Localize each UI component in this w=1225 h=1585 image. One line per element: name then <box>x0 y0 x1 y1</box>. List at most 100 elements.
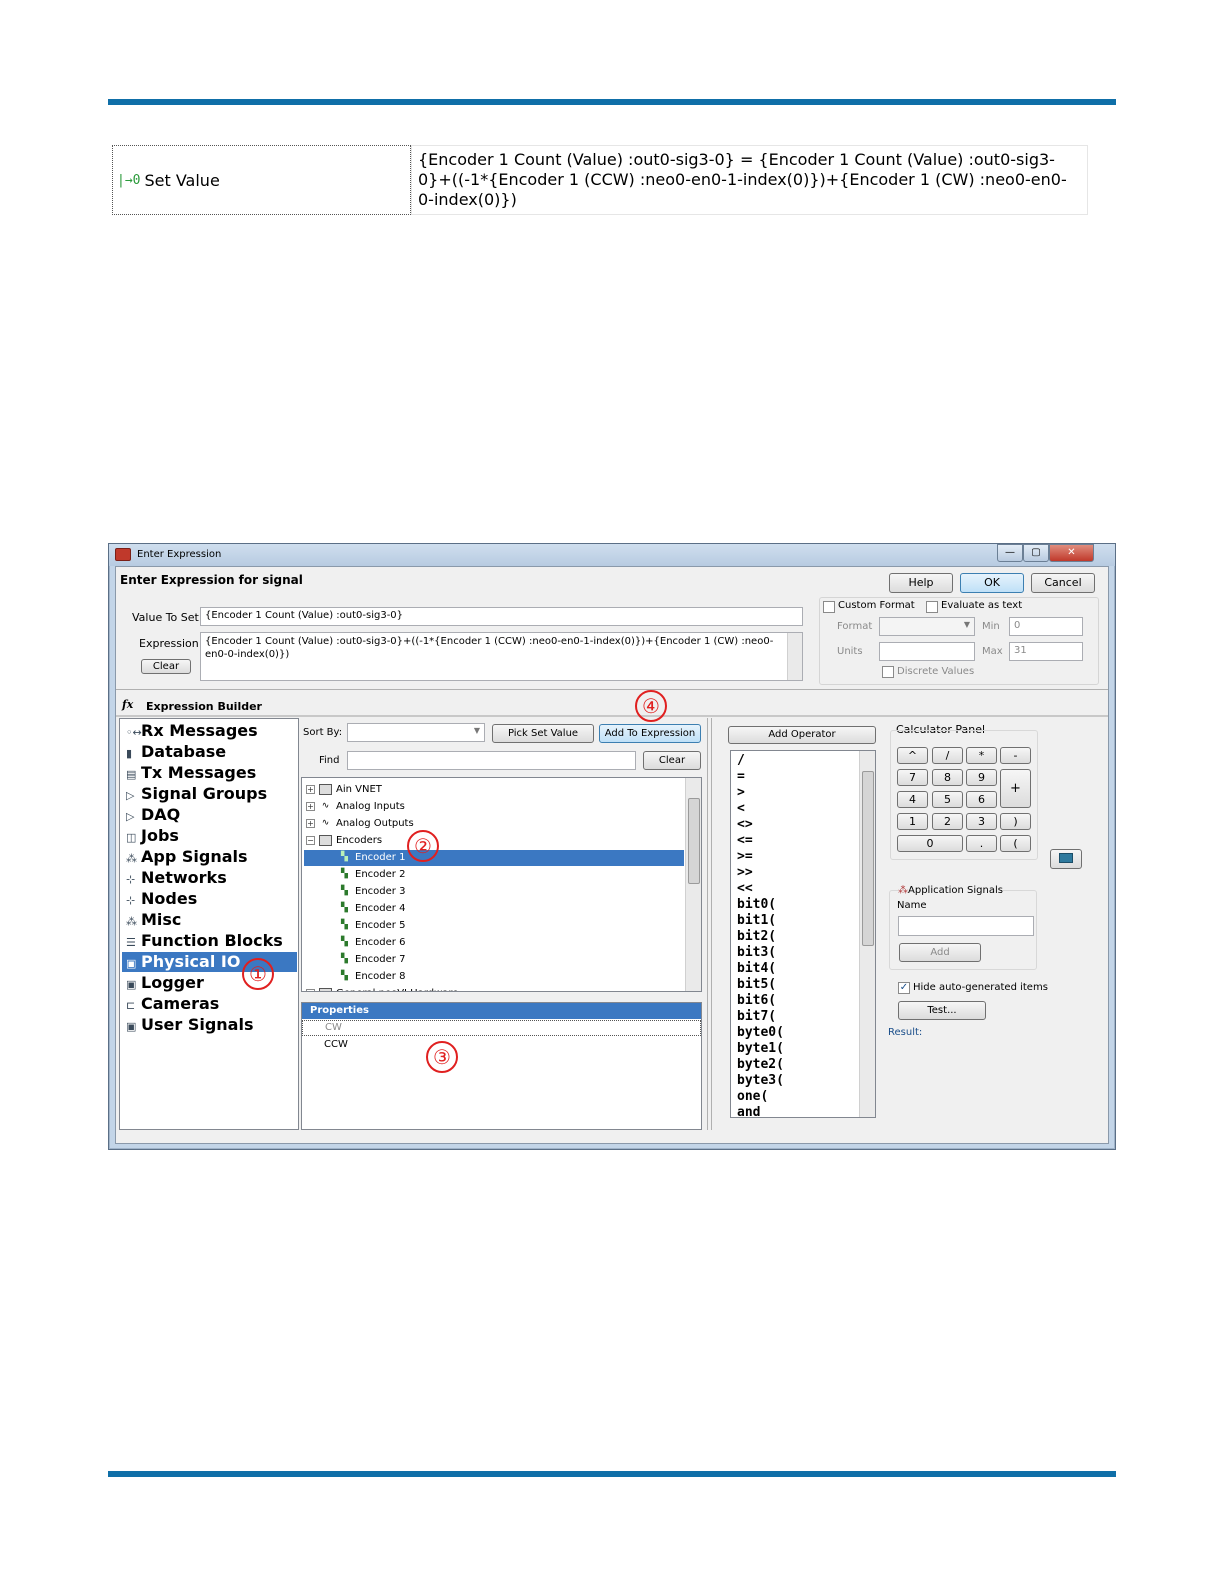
key-row4-0[interactable]: 1 <box>897 813 928 830</box>
max-field[interactable]: 31 <box>1009 642 1083 661</box>
operator-scrollbar[interactable] <box>859 751 875 1117</box>
category-item-app-signals[interactable]: ⁂ App Signals <box>126 847 248 867</box>
operator-item[interactable]: << <box>737 881 753 897</box>
operator-item[interactable]: / <box>737 753 745 769</box>
operator-item[interactable]: <> <box>737 817 753 833</box>
category-item-misc[interactable]: ⁂ Misc <box>126 910 181 930</box>
find-clear-button[interactable]: Clear <box>643 751 701 770</box>
tree-item-analog-inputs[interactable]: + ∿ Analog Inputs <box>306 799 405 815</box>
hide-auto-checkbox[interactable]: ✓ <box>898 982 910 994</box>
tree-scrollbar[interactable] <box>685 778 701 991</box>
operator-item[interactable]: = <box>737 769 745 785</box>
operator-item[interactable]: byte1( <box>737 1041 784 1057</box>
expression-field[interactable]: {Encoder 1 Count (Value) :out0-sig3-0}+(… <box>200 632 803 681</box>
tree-item-general-hardware[interactable]: + General neoVI Hardware <box>306 986 458 991</box>
key-row2-1[interactable]: 8 <box>932 769 963 786</box>
operator-item[interactable]: bit3( <box>737 945 776 961</box>
operator-item[interactable]: bit7( <box>737 1009 776 1025</box>
tree-item-encoder-8[interactable]: ▚ Encoder 8 <box>304 969 684 985</box>
expand-icon[interactable]: + <box>306 818 315 828</box>
key-row5-0[interactable]: 0 <box>897 835 963 852</box>
key-row3-1[interactable]: 5 <box>932 791 963 808</box>
category-item-logger[interactable]: ▣ Logger <box>126 973 204 993</box>
pick-set-value-button[interactable]: Pick Set Value <box>492 724 594 743</box>
expand-icon[interactable]: + <box>306 801 315 811</box>
tree-item-analog-outputs[interactable]: + ∿ Analog Outputs <box>306 816 414 832</box>
key-row2-0[interactable]: 7 <box>897 769 928 786</box>
min-field[interactable]: 0 <box>1009 617 1083 636</box>
operator-item[interactable]: >> <box>737 865 753 881</box>
tree-item-encoder-6[interactable]: ▚ Encoder 6 <box>304 935 684 951</box>
calculator-toggle-button[interactable] <box>1050 849 1082 869</box>
discrete-values-checkbox[interactable] <box>882 666 894 678</box>
category-item-nodes[interactable]: ⊹ Nodes <box>126 889 197 909</box>
test-button[interactable]: Test... <box>898 1001 986 1020</box>
category-item-tx-messages[interactable]: ▤ Tx Messages <box>126 763 256 783</box>
maximize-button[interactable]: ▢ <box>1023 544 1049 562</box>
key-row3-0[interactable]: 4 <box>897 791 928 808</box>
tree-item-encoder-1[interactable]: ▚ Encoder 1 <box>304 850 684 866</box>
cancel-button[interactable]: Cancel <box>1031 573 1095 593</box>
tree-item-encoder-7[interactable]: ▚ Encoder 7 <box>304 952 684 968</box>
operator-item[interactable]: byte2( <box>737 1057 784 1073</box>
key-row1-3[interactable]: - <box>1000 747 1031 764</box>
tree-item-encoders[interactable]: − Encoders <box>306 833 382 849</box>
key-row1-0[interactable]: ^ <box>897 747 928 764</box>
property-cw[interactable]: CW <box>302 1020 701 1036</box>
key-row1-2[interactable]: * <box>966 747 997 764</box>
ok-button[interactable]: OK <box>960 573 1024 593</box>
custom-format-checkbox[interactable] <box>823 601 835 613</box>
property-ccw[interactable]: CCW <box>324 1039 348 1050</box>
operator-scroll-thumb[interactable] <box>862 771 874 946</box>
operator-item[interactable]: and <box>737 1105 760 1117</box>
value-to-set-field[interactable]: {Encoder 1 Count (Value) :out0-sig3-0} <box>200 607 803 626</box>
tree-item-encoder-5[interactable]: ▚ Encoder 5 <box>304 918 684 934</box>
operator-item[interactable]: >= <box>737 849 753 865</box>
tree-scroll-thumb[interactable] <box>688 798 700 884</box>
operator-item[interactable]: bit2( <box>737 929 776 945</box>
category-item-signal-groups[interactable]: ▷ Signal Groups <box>126 784 267 804</box>
category-item-database[interactable]: ▮ Database <box>126 742 226 762</box>
app-signals-add-button[interactable]: Add <box>899 943 981 962</box>
tree-item-encoder-3[interactable]: ▚ Encoder 3 <box>304 884 684 900</box>
operator-item[interactable]: bit6( <box>737 993 776 1009</box>
tree-item-ain-vnet[interactable]: + Ain VNET <box>306 782 382 798</box>
category-item-cameras[interactable]: ⊏ Cameras <box>126 994 219 1014</box>
add-to-expression-button[interactable]: Add To Expression <box>599 724 701 743</box>
operator-item[interactable]: > <box>737 785 745 801</box>
expression-scrollbar[interactable] <box>787 633 802 680</box>
expand-icon[interactable]: + <box>306 988 315 991</box>
add-operator-button[interactable]: Add Operator <box>728 726 876 744</box>
minimize-button[interactable]: — <box>997 544 1023 562</box>
sort-by-select[interactable]: ▼ <box>347 723 485 742</box>
splitter[interactable] <box>707 718 712 1130</box>
key-plus[interactable]: + <box>1000 769 1031 808</box>
category-item-jobs[interactable]: ◫ Jobs <box>126 826 179 846</box>
category-item-daq[interactable]: ▷ DAQ <box>126 805 180 825</box>
operator-item[interactable]: one( <box>737 1089 768 1105</box>
operator-item[interactable]: bit0( <box>737 897 776 913</box>
operator-item[interactable]: byte3( <box>737 1073 784 1089</box>
units-field[interactable] <box>879 642 975 661</box>
key-row1-1[interactable]: / <box>932 747 963 764</box>
operator-item[interactable]: bit5( <box>737 977 776 993</box>
find-input[interactable] <box>347 751 636 770</box>
operator-item[interactable]: bit4( <box>737 961 776 977</box>
key-row5-2[interactable]: ( <box>1000 835 1031 852</box>
category-item-networks[interactable]: ⊹ Networks <box>126 868 227 888</box>
expression-clear-button[interactable]: Clear <box>141 659 191 674</box>
key-row4-1[interactable]: 2 <box>932 813 963 830</box>
collapse-icon[interactable]: − <box>306 835 315 845</box>
key-row2-2[interactable]: 9 <box>966 769 997 786</box>
help-button[interactable]: Help <box>889 573 953 593</box>
tree-item-encoder-2[interactable]: ▚ Encoder 2 <box>304 867 684 883</box>
key-row4-3[interactable]: ) <box>1000 813 1031 830</box>
operator-item[interactable]: < <box>737 801 745 817</box>
expand-icon[interactable]: + <box>306 784 315 794</box>
operator-item[interactable]: bit1( <box>737 913 776 929</box>
format-select[interactable]: ▼ <box>879 617 975 636</box>
key-row5-1[interactable]: . <box>966 835 997 852</box>
app-signals-name-input[interactable] <box>898 916 1034 936</box>
key-row4-2[interactable]: 3 <box>966 813 997 830</box>
operator-item[interactable]: byte0( <box>737 1025 784 1041</box>
